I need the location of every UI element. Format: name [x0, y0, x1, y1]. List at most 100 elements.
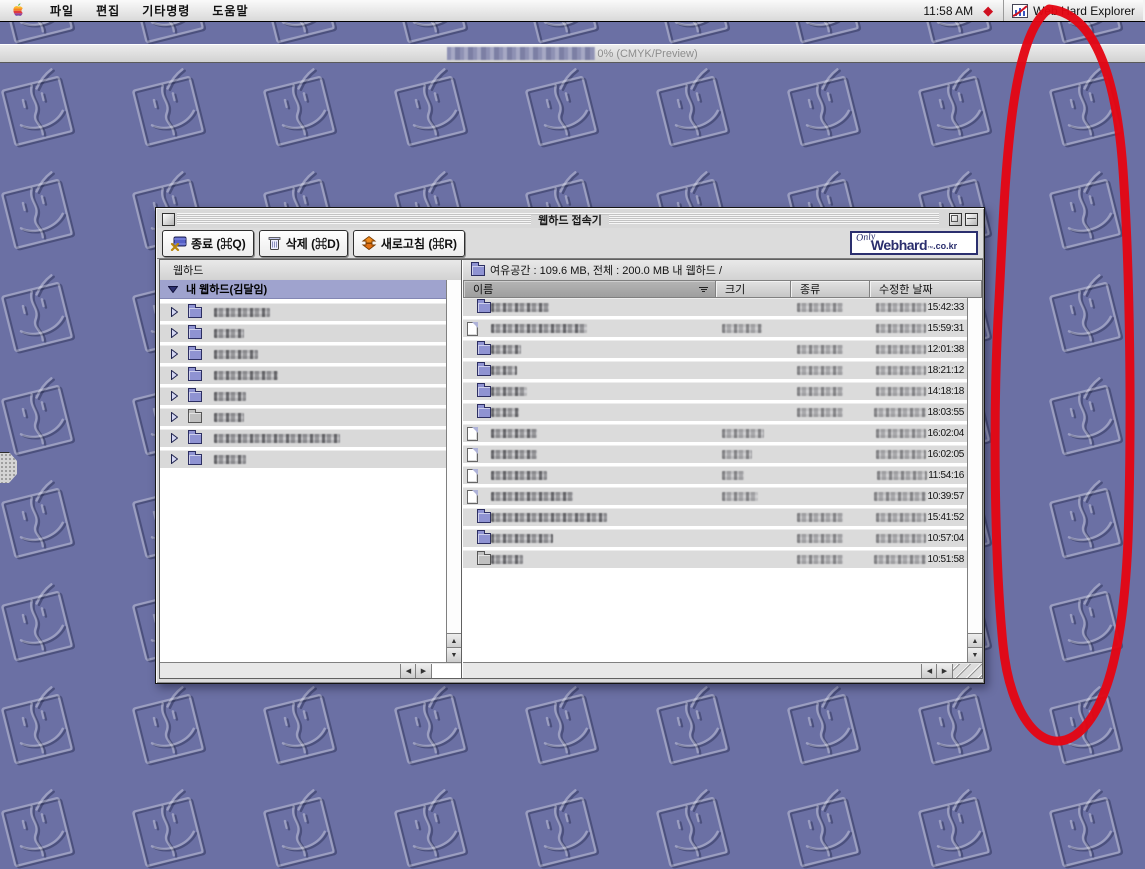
toolbar: 종료 (⌘Q) 삭제 (⌘D) 새로고침 (⌘R) Only Webh — [157, 228, 983, 259]
menu-item-0[interactable]: 파일 — [39, 0, 85, 21]
date-cell: 10:39:57 — [870, 488, 964, 505]
file-row[interactable]: 15:59:31 — [463, 319, 967, 337]
disclosure-closed-icon[interactable] — [171, 409, 178, 427]
disclosure-closed-icon[interactable] — [171, 388, 178, 406]
kind-cell — [797, 299, 843, 316]
tree-item[interactable] — [160, 429, 446, 447]
date-cell: 15:41:52 — [870, 509, 964, 526]
column-header-name[interactable]: 이름 — [463, 280, 716, 298]
redacted-date — [877, 471, 927, 480]
disclosure-closed-icon[interactable] — [171, 346, 178, 364]
scroll-up-arrow[interactable]: ▲ — [447, 633, 461, 648]
menu-item-3[interactable]: 도움말 — [201, 0, 259, 21]
trash-icon — [267, 235, 282, 251]
folder-icon — [188, 328, 202, 339]
file-row[interactable]: 15:41:52 — [463, 508, 967, 526]
redacted-date — [876, 450, 926, 459]
folder-tree-panel: 웹하드 내 웹하드(김달임) ▲ ▼ ◀ — [160, 260, 462, 678]
file-row[interactable]: 14:18:18 — [463, 382, 967, 400]
column-header-modified[interactable]: 수정한 날짜 — [870, 280, 982, 298]
file-row[interactable]: 10:39:57 — [463, 487, 967, 505]
redacted-name — [491, 324, 587, 333]
disclosure-closed-icon[interactable] — [171, 367, 178, 385]
scroll-left-arrow[interactable]: ◀ — [400, 664, 416, 678]
document-icon — [467, 322, 478, 336]
delete-button[interactable]: 삭제 (⌘D) — [259, 230, 348, 257]
folder-icon — [477, 554, 491, 565]
tree-item[interactable] — [160, 387, 446, 405]
disclosure-open-icon[interactable] — [168, 286, 178, 293]
tree-root-item[interactable]: 내 웹하드(김달임) — [160, 280, 446, 299]
folder-icon — [477, 365, 491, 376]
menu-clock[interactable]: 11:58 AM — [923, 4, 983, 18]
tree-item[interactable] — [160, 450, 446, 468]
redacted-folder-name — [214, 350, 258, 359]
folder-icon — [477, 407, 491, 418]
file-row[interactable]: 10:57:04 — [463, 529, 967, 547]
tree-item[interactable] — [160, 408, 446, 426]
disclosure-closed-icon[interactable] — [171, 451, 178, 469]
redacted-kind — [797, 366, 843, 375]
redacted-name — [491, 345, 521, 354]
alert-diamond-icon[interactable]: ◆ — [983, 3, 1003, 19]
scroll-up-arrow[interactable]: ▲ — [968, 633, 982, 648]
menu-item-1[interactable]: 편집 — [85, 0, 131, 21]
modified-time: 15:59:31 — [927, 323, 964, 334]
refresh-button[interactable]: 새로고침 (⌘R) — [353, 230, 465, 257]
scroll-down-arrow[interactable]: ▼ — [447, 647, 461, 662]
disclosure-closed-icon[interactable] — [171, 325, 178, 343]
tree-panel-header[interactable]: 웹하드 — [160, 260, 461, 281]
tree-vertical-scrollbar[interactable]: ▲ ▼ — [446, 280, 461, 662]
item-icon-cell — [467, 551, 491, 568]
file-row[interactable]: 12:01:38 — [463, 340, 967, 358]
size-cell — [722, 425, 764, 442]
list-vertical-scrollbar[interactable]: ▲ ▼ — [967, 298, 982, 662]
scroll-right-arrow[interactable]: ▶ — [936, 664, 952, 678]
scroll-right-arrow[interactable]: ▶ — [415, 664, 431, 678]
tree-item[interactable] — [160, 303, 446, 321]
window-titlebar[interactable]: 웹하드 접속기 — [157, 209, 983, 228]
document-icon — [467, 427, 478, 441]
kind-cell — [797, 530, 843, 547]
folder-icon — [477, 512, 491, 523]
scroll-left-arrow[interactable]: ◀ — [921, 664, 937, 678]
tree-item[interactable] — [160, 345, 446, 363]
redacted-name — [491, 303, 549, 312]
scroll-down-arrow[interactable]: ▼ — [968, 647, 982, 662]
quit-button[interactable]: 종료 (⌘Q) — [162, 230, 254, 257]
modified-time: 11:54:16 — [928, 470, 964, 481]
item-icon-cell — [467, 488, 478, 505]
disclosure-closed-icon[interactable] — [171, 304, 178, 322]
file-row[interactable]: 10:51:58 — [463, 550, 967, 568]
apple-menu[interactable] — [12, 3, 25, 18]
redacted-name — [491, 534, 553, 543]
size-cell — [722, 446, 752, 463]
file-row[interactable]: 15:42:33 — [463, 298, 967, 316]
redacted-kind — [797, 555, 843, 564]
file-row[interactable]: 18:21:12 — [463, 361, 967, 379]
background-window-titlebar[interactable]: 0% (CMYK/Preview) — [0, 44, 1145, 63]
column-header-size[interactable]: 크기 — [716, 280, 791, 298]
application-switcher[interactable]: Web Hard Explorer — [1003, 0, 1145, 21]
resize-grip[interactable] — [952, 664, 982, 678]
file-row[interactable]: 16:02:05 — [463, 445, 967, 463]
disclosure-closed-icon[interactable] — [171, 430, 178, 448]
redacted-folder-name — [214, 392, 246, 401]
redacted-date — [876, 345, 926, 354]
menu-item-2[interactable]: 기타명령 — [131, 0, 201, 21]
folder-icon — [188, 454, 202, 465]
file-row[interactable]: 11:54:16 — [463, 466, 967, 484]
tree-horizontal-scrollbar[interactable]: ◀ ▶ — [160, 662, 461, 678]
file-row[interactable]: 18:03:55 — [463, 403, 967, 421]
modified-time: 18:03:55 — [927, 407, 964, 418]
redacted-name — [491, 450, 537, 459]
tree-item[interactable] — [160, 324, 446, 342]
kind-cell — [797, 362, 843, 379]
date-cell: 16:02:05 — [870, 446, 964, 463]
name-cell — [491, 341, 521, 358]
tree-item[interactable] — [160, 366, 446, 384]
list-horizontal-scrollbar[interactable]: ◀ ▶ — [463, 662, 982, 678]
column-header-kind[interactable]: 종류 — [791, 280, 870, 298]
menu-bar: 파일편집기타명령도움말 11:58 AM ◆ Web Hard Explorer — [0, 0, 1145, 22]
file-row[interactable]: 16:02:04 — [463, 424, 967, 442]
